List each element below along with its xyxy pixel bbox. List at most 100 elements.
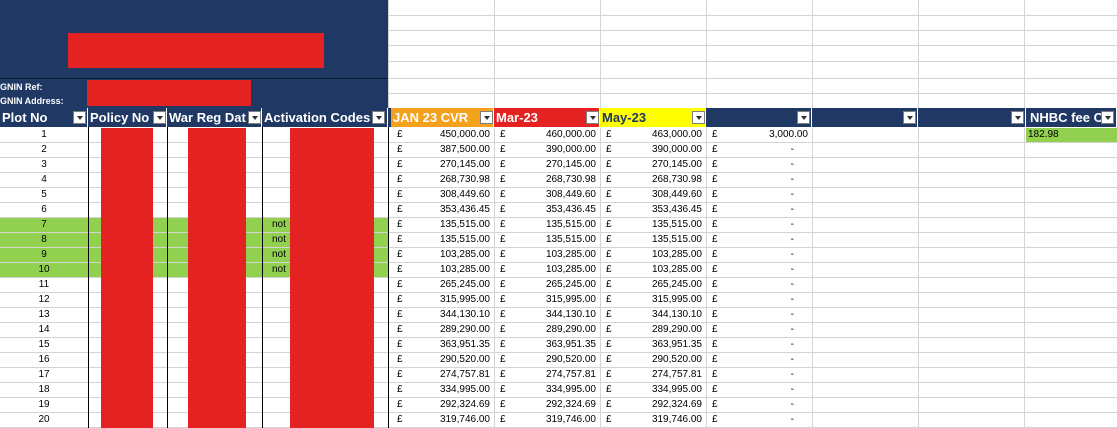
cell-f[interactable] bbox=[812, 218, 918, 232]
cell-diff[interactable]: - bbox=[722, 143, 808, 157]
cell-mar23[interactable]: 289,290.00 bbox=[510, 323, 596, 337]
cell-mar23[interactable]: 135,515.00 bbox=[510, 218, 596, 232]
cell-diff[interactable]: - bbox=[722, 248, 808, 262]
cell-f[interactable] bbox=[812, 203, 918, 217]
filter-dropdown-nhbc-fee[interactable] bbox=[1101, 111, 1114, 124]
cell-jan23[interactable]: 135,515.00 bbox=[407, 233, 490, 247]
cell-g[interactable] bbox=[918, 308, 1026, 322]
cell-plot-no[interactable]: 1 bbox=[0, 128, 88, 142]
cell-may23[interactable]: 268,730.98 bbox=[616, 173, 702, 187]
cell-f[interactable] bbox=[812, 173, 918, 187]
cell-nhbc-fee[interactable] bbox=[1026, 143, 1117, 157]
cell-diff[interactable]: - bbox=[722, 173, 808, 187]
cell-f[interactable] bbox=[812, 293, 918, 307]
cell-diff[interactable]: - bbox=[722, 398, 808, 412]
cell-g[interactable] bbox=[918, 173, 1026, 187]
cell-diff[interactable]: - bbox=[722, 308, 808, 322]
cell-nhbc-fee[interactable] bbox=[1026, 308, 1117, 322]
cell-nhbc-fee[interactable] bbox=[1026, 203, 1117, 217]
cell-may23[interactable]: 319,746.00 bbox=[616, 413, 702, 427]
cell-plot-no[interactable]: 11 bbox=[0, 278, 88, 292]
cell-may23[interactable]: 363,951.35 bbox=[616, 338, 702, 352]
cell-f[interactable] bbox=[812, 143, 918, 157]
cell-mar23[interactable]: 103,285.00 bbox=[510, 263, 596, 277]
cell-f[interactable] bbox=[812, 128, 918, 142]
cell-f[interactable] bbox=[812, 248, 918, 262]
cell-plot-no[interactable]: 3 bbox=[0, 158, 88, 172]
cell-jan23[interactable]: 315,995.00 bbox=[407, 293, 490, 307]
cell-g[interactable] bbox=[918, 143, 1026, 157]
cell-mar23[interactable]: 319,746.00 bbox=[510, 413, 596, 427]
cell-diff[interactable]: 3,000.00 bbox=[722, 128, 808, 142]
cell-nhbc-fee[interactable] bbox=[1026, 188, 1117, 202]
cell-mar23[interactable]: 274,757.81 bbox=[510, 368, 596, 382]
cell-nhbc-fee[interactable] bbox=[1026, 338, 1117, 352]
cell-jan23[interactable]: 319,746.00 bbox=[407, 413, 490, 427]
cell-diff[interactable]: - bbox=[722, 323, 808, 337]
cell-nhbc-fee[interactable] bbox=[1026, 158, 1117, 172]
cell-mar23[interactable]: 363,951.35 bbox=[510, 338, 596, 352]
cell-nhbc-fee[interactable] bbox=[1026, 263, 1117, 277]
filter-dropdown-may23[interactable] bbox=[692, 111, 705, 124]
cell-nhbc-fee[interactable] bbox=[1026, 368, 1117, 382]
cell-mar23[interactable]: 265,245.00 bbox=[510, 278, 596, 292]
cell-jan23[interactable]: 353,436.45 bbox=[407, 203, 490, 217]
cell-plot-no[interactable]: 10 bbox=[0, 263, 88, 277]
cell-nhbc-fee[interactable] bbox=[1026, 383, 1117, 397]
cell-jan23[interactable]: 265,245.00 bbox=[407, 278, 490, 292]
cell-mar23[interactable]: 460,000.00 bbox=[510, 128, 596, 142]
cell-plot-no[interactable]: 18 bbox=[0, 383, 88, 397]
cell-mar23[interactable]: 308,449.60 bbox=[510, 188, 596, 202]
cell-jan23[interactable]: 289,290.00 bbox=[407, 323, 490, 337]
cell-plot-no[interactable]: 9 bbox=[0, 248, 88, 262]
cell-g[interactable] bbox=[918, 233, 1026, 247]
cell-jan23[interactable]: 135,515.00 bbox=[407, 218, 490, 232]
filter-dropdown-f[interactable] bbox=[903, 111, 916, 124]
cell-jan23[interactable]: 292,324.69 bbox=[407, 398, 490, 412]
cell-may23[interactable]: 290,520.00 bbox=[616, 353, 702, 367]
cell-may23[interactable]: 308,449.60 bbox=[616, 188, 702, 202]
cell-g[interactable] bbox=[918, 158, 1026, 172]
cell-diff[interactable]: - bbox=[722, 293, 808, 307]
cell-g[interactable] bbox=[918, 323, 1026, 337]
cell-may23[interactable]: 289,290.00 bbox=[616, 323, 702, 337]
cell-nhbc-fee[interactable] bbox=[1026, 353, 1117, 367]
cell-g[interactable] bbox=[918, 203, 1026, 217]
cell-nhbc-fee[interactable] bbox=[1026, 398, 1117, 412]
cell-jan23[interactable]: 450,000.00 bbox=[407, 128, 490, 142]
cell-g[interactable] bbox=[918, 293, 1026, 307]
cell-may23[interactable]: 463,000.00 bbox=[616, 128, 702, 142]
cell-g[interactable] bbox=[918, 368, 1026, 382]
cell-plot-no[interactable]: 14 bbox=[0, 323, 88, 337]
filter-dropdown-e[interactable] bbox=[797, 111, 810, 124]
cell-plot-no[interactable]: 17 bbox=[0, 368, 88, 382]
cell-may23[interactable]: 135,515.00 bbox=[616, 233, 702, 247]
cell-nhbc-fee[interactable] bbox=[1026, 218, 1117, 232]
cell-diff[interactable]: - bbox=[722, 368, 808, 382]
cell-g[interactable] bbox=[918, 218, 1026, 232]
cell-diff[interactable]: - bbox=[722, 203, 808, 217]
cell-diff[interactable]: - bbox=[722, 188, 808, 202]
cell-f[interactable] bbox=[812, 278, 918, 292]
cell-diff[interactable]: - bbox=[722, 158, 808, 172]
cell-jan23[interactable]: 363,951.35 bbox=[407, 338, 490, 352]
cell-diff[interactable]: - bbox=[722, 233, 808, 247]
cell-f[interactable] bbox=[812, 338, 918, 352]
cell-may23[interactable]: 103,285.00 bbox=[616, 248, 702, 262]
cell-nhbc-fee[interactable] bbox=[1026, 173, 1117, 187]
cell-mar23[interactable]: 270,145.00 bbox=[510, 158, 596, 172]
cell-plot-no[interactable]: 8 bbox=[0, 233, 88, 247]
cell-plot-no[interactable]: 5 bbox=[0, 188, 88, 202]
filter-dropdown-plot-no[interactable] bbox=[73, 111, 86, 124]
cell-may23[interactable]: 270,145.00 bbox=[616, 158, 702, 172]
cell-may23[interactable]: 390,000.00 bbox=[616, 143, 702, 157]
cell-mar23[interactable]: 135,515.00 bbox=[510, 233, 596, 247]
cell-may23[interactable]: 344,130.10 bbox=[616, 308, 702, 322]
cell-plot-no[interactable]: 19 bbox=[0, 398, 88, 412]
cell-plot-no[interactable]: 4 bbox=[0, 173, 88, 187]
cell-diff[interactable]: - bbox=[722, 218, 808, 232]
cell-f[interactable] bbox=[812, 308, 918, 322]
cell-plot-no[interactable]: 15 bbox=[0, 338, 88, 352]
cell-mar23[interactable]: 344,130.10 bbox=[510, 308, 596, 322]
cell-plot-no[interactable]: 7 bbox=[0, 218, 88, 232]
